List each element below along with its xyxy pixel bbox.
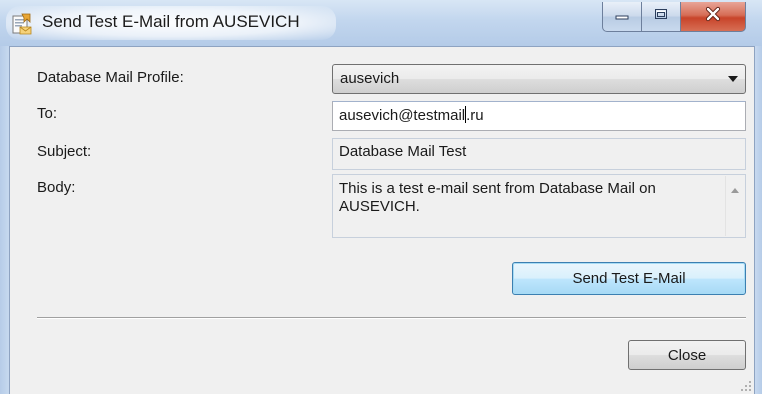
- close-window-button[interactable]: [680, 2, 746, 32]
- chevron-down-icon: [728, 76, 738, 82]
- subject-value: Database Mail Test: [339, 143, 467, 160]
- maximize-icon: [653, 7, 669, 26]
- close-button[interactable]: Close: [628, 340, 746, 370]
- subject-field[interactable]: Database Mail Test: [332, 138, 746, 170]
- window-title: Send Test E-Mail from AUSEVICH: [42, 12, 300, 31]
- minimize-icon: [614, 8, 630, 26]
- scroll-up-icon[interactable]: [731, 188, 739, 193]
- title-bar[interactable]: Send Test E-Mail from AUSEVICH: [0, 0, 762, 46]
- to-value-end: .ru: [466, 107, 484, 124]
- body-scrollbar[interactable]: [725, 176, 744, 236]
- dialog-content: Database Mail Profile: ausevich To: ause…: [9, 46, 755, 394]
- mail-icon: [10, 12, 34, 36]
- body-label: Body:: [37, 179, 76, 196]
- subject-label: Subject:: [37, 143, 92, 160]
- separator: [37, 317, 746, 319]
- minimize-button[interactable]: [602, 2, 642, 32]
- maximize-button[interactable]: [641, 2, 681, 32]
- to-field[interactable]: ausevich@testmail.ru: [332, 101, 746, 131]
- to-value-start: ausevich@testmail: [339, 107, 466, 124]
- send-test-email-button[interactable]: Send Test E-Mail: [512, 262, 746, 295]
- profile-label: Database Mail Profile:: [37, 69, 184, 86]
- resize-grip-icon[interactable]: [741, 381, 751, 391]
- send-test-email-dialog: Send Test E-Mail from AUSEVICH Database …: [0, 0, 762, 394]
- body-value: This is a test e-mail sent from Database…: [339, 180, 656, 215]
- profile-value: ausevich: [340, 70, 400, 87]
- body-field[interactable]: This is a test e-mail sent from Database…: [332, 174, 746, 238]
- to-label: To:: [37, 105, 58, 122]
- window-frame-left: [0, 46, 9, 394]
- close-icon: [704, 6, 722, 27]
- profile-dropdown[interactable]: ausevich: [332, 64, 746, 94]
- window-frame-right: [755, 46, 762, 394]
